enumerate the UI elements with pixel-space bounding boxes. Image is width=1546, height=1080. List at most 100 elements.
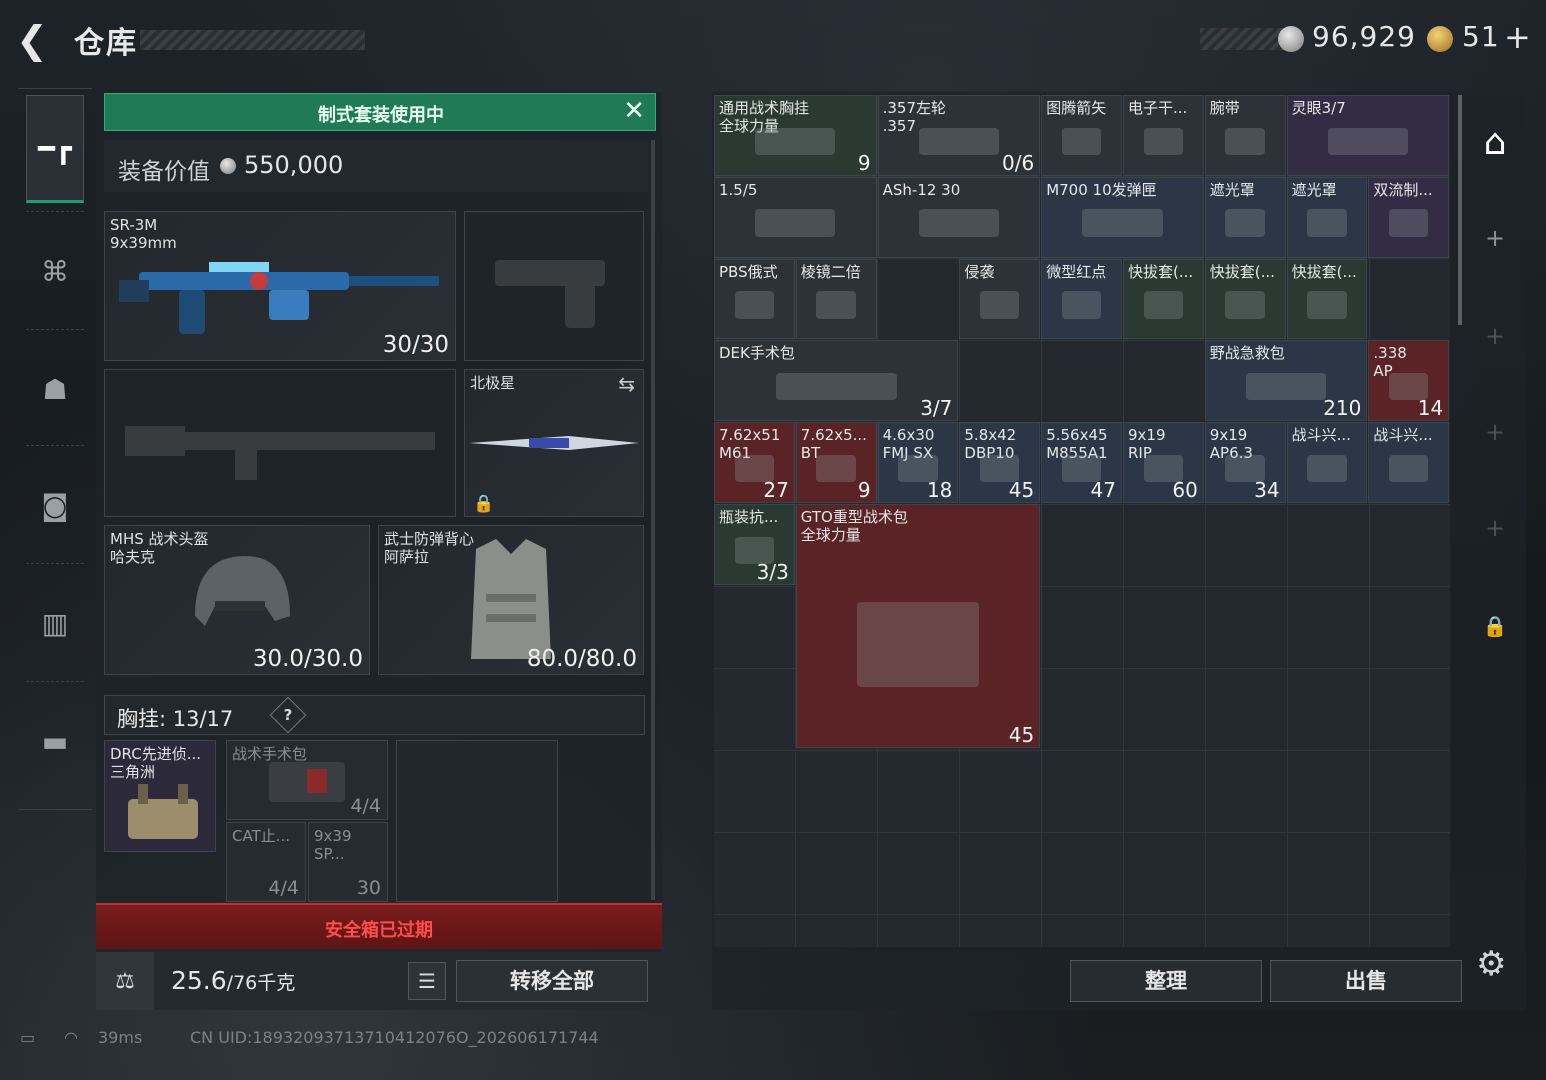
add-tab-icon[interactable]: + bbox=[1464, 514, 1526, 542]
grid-item[interactable]: 遮光罩 bbox=[1204, 176, 1286, 258]
grid-item-count: 60 bbox=[1172, 477, 1198, 502]
grid-item[interactable]: 双流制... bbox=[1368, 176, 1450, 258]
briefcase-icon[interactable]: ▬ bbox=[26, 687, 84, 795]
pouch-item[interactable]: 战术手术包 4/4 bbox=[226, 740, 388, 820]
safe-box-expired-bar[interactable]: 安全箱已过期 bbox=[96, 903, 662, 949]
armor-icon[interactable]: ⌘ bbox=[26, 217, 84, 325]
add-tab-icon[interactable]: + bbox=[1464, 418, 1526, 446]
empty-pouch-slot[interactable] bbox=[396, 740, 558, 902]
grid-item-count: 45 bbox=[1008, 477, 1035, 502]
grid-item[interactable]: 快拔套(... bbox=[1204, 258, 1286, 340]
grid-item[interactable]: 9x19 RIP 60 bbox=[1123, 422, 1204, 503]
pouch-item[interactable]: CAT止... 4/4 bbox=[226, 822, 306, 902]
help-text: ? bbox=[283, 706, 293, 724]
grid-item[interactable]: 通用战术胸挂 全球力量 9 bbox=[714, 95, 877, 176]
add-tab-icon[interactable]: + bbox=[1464, 224, 1526, 252]
close-icon[interactable]: ✕ bbox=[623, 96, 645, 126]
grid-item[interactable]: GTO重型战术包 全球力量 45 bbox=[795, 504, 1041, 749]
gun-icon[interactable]: ━┏ bbox=[26, 95, 84, 203]
grid-item[interactable]: 7.62x51 M61 27 bbox=[714, 422, 795, 503]
secondary-weapon-slot[interactable] bbox=[464, 211, 644, 361]
chest-rig-icon[interactable]: ☗ bbox=[26, 335, 84, 443]
grid-item[interactable]: DEK手术包 3/7 bbox=[714, 340, 959, 422]
grid-item[interactable]: 4.6x30 FMJ SX 18 bbox=[877, 422, 959, 503]
knife-icon bbox=[469, 436, 639, 450]
loadout-scrollbar[interactable] bbox=[651, 140, 655, 900]
grid-item[interactable]: 侵袭 bbox=[959, 258, 1041, 340]
helmet-icon bbox=[195, 556, 290, 626]
item-image bbox=[1245, 372, 1327, 401]
pouch-item[interactable]: 9x39 SP... 30 bbox=[308, 822, 388, 902]
grid-item[interactable]: 快拔套(... bbox=[1123, 258, 1204, 340]
grid-item-name: 快拔套(... bbox=[1291, 262, 1357, 281]
pouch-item-count: 4/4 bbox=[268, 877, 299, 899]
armor-slot[interactable]: 武士防弹背心 阿萨拉 80.0/80.0 bbox=[378, 525, 644, 675]
lock-icon[interactable]: 🔒 bbox=[1464, 614, 1526, 638]
chest-rig-item[interactable]: DRC先进侦... 三角洲 bbox=[104, 740, 216, 852]
grid-item[interactable]: 战斗兴... bbox=[1368, 422, 1450, 503]
container-icon[interactable]: ▥ bbox=[26, 569, 84, 677]
grid-item[interactable]: 电子干... bbox=[1123, 95, 1204, 176]
grid-item[interactable]: 快拔套(... bbox=[1286, 258, 1368, 340]
grid-item[interactable]: M700 10发弹匣 bbox=[1041, 176, 1204, 258]
help-icon[interactable]: ? bbox=[269, 696, 307, 734]
grid-item[interactable]: 微型红点 bbox=[1041, 258, 1122, 340]
grid-item[interactable]: ASh-12 30 bbox=[877, 176, 1041, 258]
grid-item[interactable]: 腕带 bbox=[1204, 95, 1286, 176]
max-weight: /76千克 bbox=[226, 972, 296, 994]
item-image bbox=[1225, 291, 1265, 319]
page-title: 仓库 bbox=[74, 26, 138, 61]
melee-name: 北极星 bbox=[470, 374, 516, 392]
item-image bbox=[918, 209, 1000, 237]
value-label: 装备价值 bbox=[118, 159, 210, 185]
item-image bbox=[918, 127, 1000, 156]
grid-item[interactable]: 图腾箭矢 bbox=[1041, 95, 1122, 176]
helmet-slot[interactable]: MHS 战术头盔 哈夫克 30.0/30.0 bbox=[104, 525, 370, 675]
add-tab-icon[interactable]: + bbox=[1464, 322, 1526, 350]
item-image bbox=[1389, 209, 1429, 237]
grid-item[interactable]: 1.5/5 bbox=[714, 176, 877, 258]
weight-bar: ⚖ 25.6/76千克 ☰ 转移全部 bbox=[96, 952, 662, 1010]
grid-item[interactable]: 瓶装抗... 3/3 bbox=[714, 504, 795, 585]
current-weight: 25.6 bbox=[171, 966, 227, 995]
back-arrow-icon[interactable]: ❮ bbox=[16, 20, 56, 60]
warehouse-tab-icon[interactable]: ⌂ bbox=[1464, 122, 1526, 163]
grid-item[interactable]: .357左轮 .357 0/6 bbox=[877, 95, 1041, 176]
transfer-all-button[interactable]: 转移全部 bbox=[456, 960, 648, 1002]
grid-item[interactable]: 5.56x45 M855A1 47 bbox=[1041, 422, 1122, 503]
grid-item-name: 遮光罩 bbox=[1291, 180, 1337, 199]
grid-item[interactable]: 战斗兴... bbox=[1286, 422, 1368, 503]
grid-item-name: 棱镜二倍 bbox=[800, 262, 861, 281]
grid-item[interactable]: 棱镜二倍 bbox=[795, 258, 877, 340]
storage-tabs: ⌂ + + + + 🔒 bbox=[1464, 92, 1526, 1010]
secondary-primary-slot[interactable] bbox=[104, 369, 456, 517]
item-image bbox=[1225, 209, 1265, 237]
item-image bbox=[755, 127, 836, 156]
backpack-icon[interactable]: ◙ bbox=[26, 451, 84, 559]
primary-weapon-slot[interactable]: SR-3M 9x39mm 30/30 bbox=[104, 211, 456, 361]
grid-item[interactable]: 遮光罩 bbox=[1286, 176, 1368, 258]
grid-item[interactable]: PBS俄式 bbox=[714, 258, 795, 340]
grid-item[interactable]: 9x19 AP6.3 34 bbox=[1204, 422, 1286, 503]
grid-item[interactable]: 7.62x5... BT 9 bbox=[795, 422, 877, 503]
sort-button[interactable]: 整理 bbox=[1070, 960, 1262, 1002]
melee-slot[interactable]: 北极星 ⇆ 🔒 bbox=[464, 369, 644, 517]
grid-item-name: 腕带 bbox=[1209, 99, 1240, 117]
settings-gear-icon[interactable]: ⚙ bbox=[1476, 944, 1506, 984]
grid-item[interactable]: 野战急救包 210 bbox=[1204, 340, 1368, 422]
grid-item-name: 电子干... bbox=[1128, 99, 1188, 117]
pouch-item-count: 30 bbox=[356, 877, 381, 899]
add-currency-button[interactable]: + bbox=[1504, 18, 1531, 56]
swap-icon[interactable]: ⇆ bbox=[618, 372, 635, 396]
sell-button[interactable]: 出售 bbox=[1270, 960, 1462, 1002]
grid-item[interactable]: 灵眼3/7 bbox=[1286, 95, 1450, 176]
nav-divider bbox=[26, 445, 84, 446]
list-view-icon[interactable]: ☰ bbox=[408, 962, 446, 1000]
item-image bbox=[1389, 454, 1429, 483]
rifle-silhouette-icon bbox=[125, 426, 435, 480]
grid-item[interactable]: 5.8x42 DBP10 45 bbox=[959, 422, 1041, 503]
storage-scrollbar[interactable] bbox=[1458, 95, 1462, 325]
grid-item[interactable]: .338 AP 14 bbox=[1368, 340, 1450, 422]
pouch-item-name: 9x39 SP... bbox=[314, 827, 352, 863]
wifi-icon: ◠ bbox=[64, 1028, 78, 1047]
